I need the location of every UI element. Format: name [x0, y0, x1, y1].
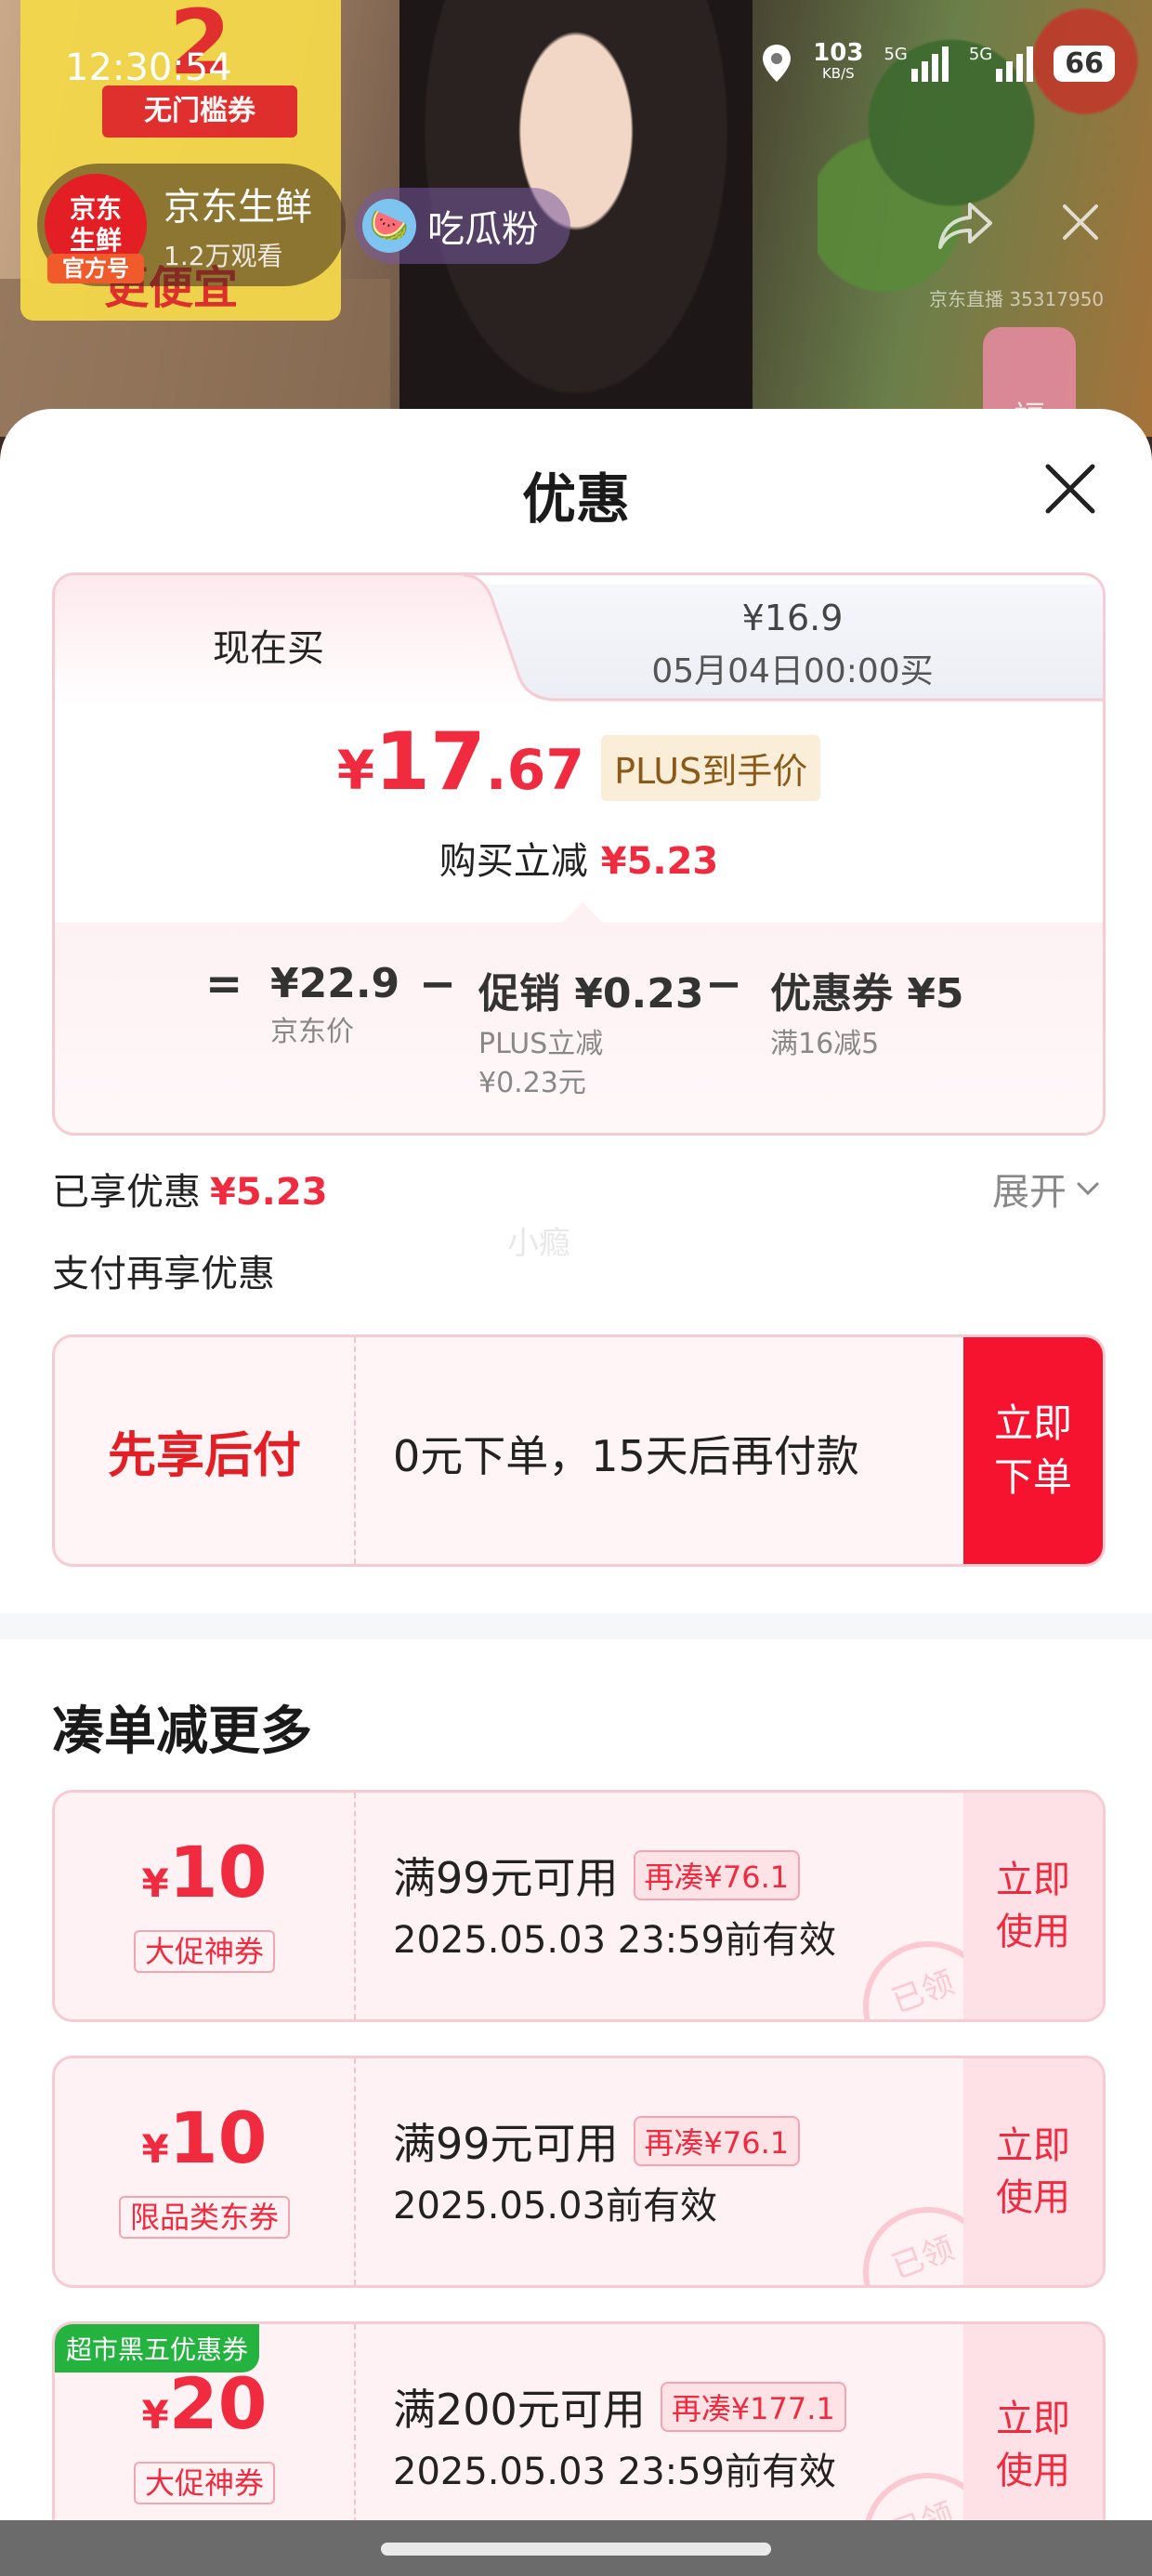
- close-live-icon[interactable]: [1057, 199, 1104, 245]
- minus-sign-2: −: [705, 958, 743, 1010]
- coupon-gap-tag: 再凑¥76.1: [633, 1850, 801, 1900]
- final-price: ¥17.67: [336, 716, 585, 808]
- watermark: 小瘾: [507, 1225, 570, 1262]
- price-tabs: ¥16.9 05月04日00:00买 现在买: [55, 575, 1103, 705]
- system-nav-bar: [0, 2520, 1152, 2576]
- section-divider: [0, 1613, 1152, 1639]
- pay-more-label: 支付再享优惠: [52, 1253, 275, 1295]
- signal-icon-2: 5G: [969, 45, 1034, 82]
- coupon-condition: 满99元可用 再凑¥76.1: [393, 1845, 801, 1906]
- coupon-type: 大促神券: [133, 2462, 275, 2504]
- live-id: 京东直播 35317950: [929, 288, 1105, 310]
- discount-sheet: 优惠 ¥16.9 05月04日00:00买 现在买 ¥17.67 PLUS到手价: [0, 409, 1152, 2520]
- shop-name: 京东生鲜: [164, 186, 312, 229]
- coupon-amount: ¥10: [141, 1831, 268, 1913]
- use-now-button[interactable]: 立即 使用: [963, 2058, 1103, 2285]
- coupon-card: ¥10 大促神券 满99元可用 再凑¥76.1 2025.05.03 23:59…: [52, 1790, 1106, 2022]
- live-shop-info[interactable]: 京东 生鲜 官方号 京东生鲜 1.2万观看: [37, 164, 346, 286]
- plus-price-tag: PLUS到手价: [601, 735, 821, 801]
- section-title: 凑单减更多: [52, 1702, 312, 1762]
- price-card: ¥16.9 05月04日00:00买 现在买 ¥17.67 PLUS到手价 购买…: [52, 572, 1106, 1136]
- jd-price: ¥22.9 京东价: [270, 960, 400, 1048]
- coupon-validity: 2025.05.03 23:59前有效: [393, 1919, 837, 1962]
- coupon-amount: ¥10: [141, 2096, 268, 2179]
- signal-icon-1: 5G: [884, 45, 949, 82]
- minus-sign-1: −: [419, 958, 457, 1010]
- instant-save-line: 购买立减 ¥5.23: [439, 840, 719, 883]
- coupon-type: 限品类东券: [118, 2196, 290, 2239]
- coupon-amount: ¥20: [141, 2362, 268, 2445]
- coupon-validity: 2025.05.03前有效: [393, 2185, 718, 2228]
- expand-button[interactable]: 展开: [992, 1162, 1100, 1216]
- chevron-down-icon: [1077, 1182, 1099, 1196]
- home-gesture-handle[interactable]: [381, 2543, 771, 2556]
- enjoyed-discount: 已享优惠 ¥5.23: [52, 1171, 328, 1214]
- avatar[interactable]: 京东 生鲜 官方号: [45, 174, 147, 283]
- coupon-type: 大促神券: [133, 1930, 275, 1973]
- coupon-gap-tag: 再凑¥76.1: [633, 2116, 801, 2166]
- price-breakdown: = ¥22.9 京东价 − 促销 ¥0.23 PLUS立减 ¥0.23元 − 优…: [55, 902, 1103, 1133]
- coupon-card: 超市黑五优惠券 ¥20 大促神券 满200元可用 再凑¥177.1 2025.0…: [52, 2321, 1106, 2520]
- watermelon-icon: 🍉: [362, 199, 416, 253]
- bnpl-desc: 0元下单，15天后再付款: [393, 1431, 859, 1481]
- coupon-condition: 满99元可用 再凑¥76.1: [393, 2110, 801, 2172]
- promo-discount: 促销 ¥0.23 PLUS立减 ¥0.23元: [478, 970, 704, 1099]
- share-icon[interactable]: [936, 199, 994, 251]
- fan-group-label: 吃瓜粉: [427, 208, 539, 251]
- buy-now-pay-later: 先享后付 0元下单，15天后再付款 立即 下单: [52, 1334, 1106, 1567]
- status-icons: 103 KB/S 5G 5G 66: [761, 39, 1115, 84]
- net-speed: 103 KB/S: [813, 39, 864, 82]
- use-now-button[interactable]: 立即 使用: [963, 2324, 1103, 2520]
- order-now-button[interactable]: 立即 下单: [963, 1337, 1103, 1564]
- coupon-discount: 优惠券 ¥5 满16减5: [770, 970, 964, 1060]
- close-icon[interactable]: [1042, 461, 1098, 517]
- coupon-validity: 2025.05.03 23:59前有效: [393, 2451, 837, 2493]
- viewer-count: 1.2万观看: [164, 241, 283, 271]
- fan-group-button[interactable]: 🍉 吃瓜粉: [355, 188, 570, 264]
- live-shop-text: 京东生鲜 1.2万观看: [164, 177, 312, 273]
- status-time: 12:30:54: [65, 46, 232, 89]
- tab-buy-now[interactable]: 现在买: [55, 575, 519, 700]
- coupon-condition: 满200元可用 再凑¥177.1: [393, 2376, 846, 2438]
- battery-icon: 66: [1054, 45, 1115, 82]
- coupon-gap-tag: 再凑¥177.1: [660, 2382, 846, 2432]
- use-now-button[interactable]: 立即 使用: [963, 1793, 1103, 2019]
- location-icon: [763, 45, 792, 82]
- final-price-block: ¥17.67 PLUS到手价 购买立减 ¥5.23: [55, 722, 1103, 885]
- bnpl-title: 先享后付: [55, 1337, 356, 1564]
- equals-sign: =: [205, 958, 243, 1010]
- status-bar: 12:30:54 103 KB/S 5G 5G 66: [0, 0, 1152, 130]
- coupon-card: ¥10 限品类东券 满99元可用 再凑¥76.1 2025.05.03前有效 已…: [52, 2056, 1106, 2288]
- avatar-tag: 官方号: [47, 254, 144, 283]
- tab-now-label: 现在买: [213, 627, 324, 670]
- sheet-title: 优惠: [521, 467, 630, 531]
